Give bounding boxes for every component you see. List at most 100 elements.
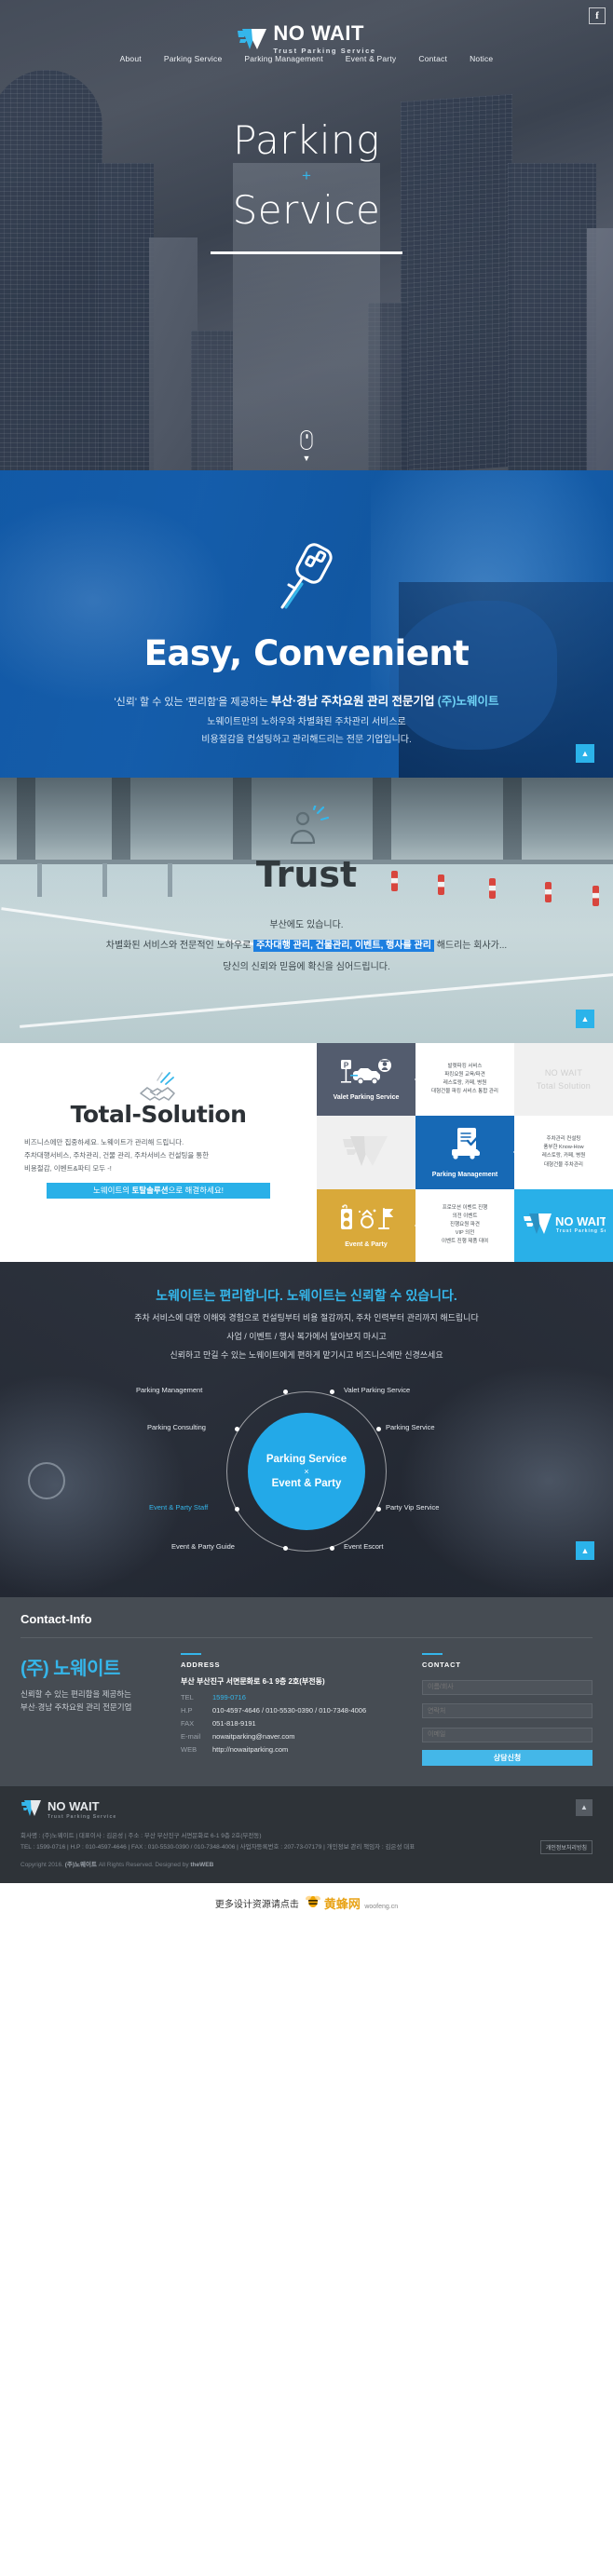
nav-item-parking-service[interactable]: Parking Service bbox=[164, 54, 223, 63]
grid-cell-event-party[interactable]: Event & Party bbox=[317, 1188, 415, 1262]
grid-cell-pm-desc: 주차관리 컨설팅 풍부한 Know-How 레스토랑, 카페, 병원 대형건물 … bbox=[513, 1116, 613, 1189]
garage-pillar bbox=[112, 778, 130, 863]
logo-title: NO WAIT bbox=[273, 21, 364, 45]
contact-phone-input[interactable] bbox=[422, 1703, 593, 1718]
wheel-label-party-vip-service[interactable]: Party Vip Service bbox=[386, 1503, 439, 1512]
promo-banner-url: woofeng.cn bbox=[364, 1903, 399, 1910]
scroll-mouse-icon[interactable] bbox=[300, 430, 313, 450]
wheel-label-event-party-staff[interactable]: Event & Party Staff bbox=[149, 1503, 208, 1512]
contact-row-web: WEB http://nowaitparking.com bbox=[181, 1745, 409, 1754]
contact-submit-button[interactable]: 상담신청 bbox=[422, 1749, 593, 1766]
footer-logo-mark bbox=[20, 1799, 43, 1822]
total-solution-heading: Total-Solution bbox=[0, 1101, 317, 1128]
contact-brand-line1: 신뢰할 수 있는 편리함을 제공하는 bbox=[20, 1689, 131, 1699]
grid-cell-parking-management[interactable]: Parking Management bbox=[415, 1116, 514, 1189]
diagram-paragraph-3: 신뢰하고 만길 수 있는 노웨이트에게 편하게 맡기시고 비즈니스에만 신경쓰세… bbox=[170, 1350, 443, 1360]
grid-cell-valet-parking[interactable]: P Valet Parking Service bbox=[317, 1043, 415, 1117]
grid-cell-logo-watermark bbox=[317, 1116, 415, 1189]
footer-company-line-1: 회사명 : (주)노웨이트 | 대표이사 : 김은성 | 주소 : 부산 부산진… bbox=[20, 1832, 262, 1839]
service-wheel-core: Parking Service × Event & Party bbox=[248, 1413, 365, 1530]
total-solution-p2: 주차대행서비스, 주차관리, 건물 관리, 주차서비스 컨설팅을 통한 bbox=[24, 1150, 210, 1159]
wheel-node-dot bbox=[283, 1390, 288, 1394]
site-footer: ▲ NO WAIT Trust Parking Service 회사명 : (주… bbox=[0, 1785, 613, 1883]
easy-lead-cyan: (주)노웨이트 bbox=[437, 695, 499, 708]
scroll-chevron-icon[interactable]: ▼ bbox=[303, 454, 311, 463]
event-party-label: Event & Party bbox=[345, 1241, 388, 1248]
privacy-policy-link[interactable]: 개인정보처리방침 bbox=[539, 1839, 593, 1854]
contact-row-tel: TEL 1599-0716 bbox=[181, 1693, 409, 1702]
promo-banner-brand[interactable]: 黄蜂网 bbox=[324, 1897, 361, 1911]
wheel-node-dot bbox=[235, 1507, 239, 1512]
contact-value-tel[interactable]: 1599-0716 bbox=[212, 1693, 246, 1702]
nav-item-about[interactable]: About bbox=[120, 54, 142, 63]
wheel-label-parking-consulting[interactable]: Parking Consulting bbox=[147, 1423, 206, 1431]
wheel-label-parking-service[interactable]: Parking Service bbox=[386, 1423, 435, 1431]
scroll-to-top-button-trust[interactable]: ▲ bbox=[576, 1010, 594, 1028]
contact-value-email[interactable]: nowaitparking@naver.com bbox=[212, 1732, 295, 1741]
nowait-watermark-icon bbox=[341, 1132, 391, 1173]
nav-item-contact[interactable]: Contact bbox=[418, 54, 447, 63]
pm-desc-1: 주차관리 컨설팅 bbox=[546, 1136, 581, 1143]
parking-line bbox=[20, 973, 613, 1028]
nowait-logo-mark-tile: NO WAIT Trust Parking Service bbox=[522, 1209, 613, 1241]
total-solution-heading-dash: - bbox=[131, 1101, 142, 1128]
nowait-logo-mark bbox=[237, 27, 268, 51]
pm-desc-text: 주차관리 컨설팅 풍부한 Know-How 레스토랑, 카페, 병원 대형건물 … bbox=[513, 1135, 585, 1169]
svg-text:P: P bbox=[344, 1062, 349, 1070]
valet-parking-label: Valet Parking Service bbox=[333, 1094, 400, 1102]
core-label-top: Parking Service bbox=[266, 1454, 347, 1465]
site-logo[interactable]: NO WAIT Trust Parking Service bbox=[0, 23, 613, 56]
ep-desc-4: VIP 의전 bbox=[455, 1230, 475, 1237]
grid-cell-watermark: NO WAIT Total Solution bbox=[514, 1043, 613, 1117]
wheel-label-parking-management[interactable]: Parking Management bbox=[136, 1386, 202, 1394]
contact-info-section: Contact-Info (주) 노웨이트 신뢰할 수 있는 편리함을 제공하는… bbox=[0, 1597, 613, 1786]
wheel-label-valet-parking-service[interactable]: Valet Parking Service bbox=[344, 1386, 410, 1394]
promo-banner-brand-block[interactable]: 黄蜂网 woofeng.cn bbox=[305, 1893, 398, 1913]
contact-email-input[interactable] bbox=[422, 1727, 593, 1742]
service-wheel: Parking Service × Event & Party Parking … bbox=[136, 1386, 460, 1555]
bee-icon bbox=[305, 1893, 321, 1913]
trust-section: Trust 부산에도 있습니다. 차별화된 서비스와 전문적인 노하우로 주차대… bbox=[0, 778, 613, 1043]
scroll-to-top-button-easy[interactable]: ▲ bbox=[576, 744, 594, 763]
copyright-prefix: Copyright 2016. bbox=[20, 1861, 65, 1868]
valet-desc-text: 발렛파킹 서비스 파킹요원 교육/파견 레스토랑, 카페, 병원 대형건물 파킹… bbox=[415, 1063, 498, 1096]
wheel-label-event-escort[interactable]: Event Escort bbox=[344, 1542, 384, 1551]
contact-value-web[interactable]: http://nowaitparking.com bbox=[212, 1745, 288, 1754]
nav-item-parking-management[interactable]: Parking Management bbox=[244, 54, 322, 63]
nav-item-event-party[interactable]: Event & Party bbox=[346, 54, 397, 63]
garage-pillar bbox=[373, 778, 391, 863]
scroll-to-top-button-diagram[interactable]: ▲ bbox=[576, 1541, 594, 1560]
easy-paragraph-line2: 비용절감을 컨설팅하고 관리해드리는 전문 기업입니다. bbox=[201, 734, 412, 745]
contact-name-input[interactable] bbox=[422, 1679, 593, 1695]
copyright-suffix: All Rights Reserved. Designed by bbox=[96, 1861, 191, 1868]
trust-line-1: 부산에도 있습니다. bbox=[269, 920, 344, 930]
trust-line-2: 차별화된 서비스와 전문적인 노하우로 주차대행 관리, 건물관리, 이벤트, … bbox=[0, 938, 613, 955]
scroll-to-top-button-footer[interactable]: ▲ bbox=[576, 1798, 593, 1816]
wheel-node-dot bbox=[283, 1546, 288, 1551]
copyright-designer[interactable]: theWEB bbox=[190, 1862, 213, 1868]
hero-title-line1: Parking bbox=[233, 117, 380, 163]
facebook-icon[interactable]: f bbox=[589, 7, 606, 24]
total-solution-cta-button[interactable]: 노웨이트의 토탈솔루션으로 해결하세요! bbox=[47, 1183, 270, 1199]
trust-line-2-suffix: 해드리는 회사가... bbox=[433, 941, 508, 951]
svg-text:Trust Parking Service: Trust Parking Service bbox=[556, 1228, 606, 1234]
wheel-label-event-party-guide[interactable]: Event & Party Guide bbox=[171, 1542, 235, 1551]
valet-desc-1: 발렛파킹 서비스 bbox=[447, 1064, 483, 1070]
ep-desc-text: 프로모션 이벤트 진행 의전 이벤트 진행요원 파견 VIP 의전 이벤트 진행… bbox=[415, 1204, 489, 1246]
hero-title-plus: + bbox=[302, 166, 311, 184]
total-solution-section: Total-Solution 비즈니스에만 집중하세요. 노웨이트가 관리해 드… bbox=[0, 1043, 613, 1262]
nav-item-notice[interactable]: Notice bbox=[470, 54, 493, 63]
garage-pillar bbox=[503, 778, 522, 863]
diagram-heading: 노웨이트는 편리합니다. 노웨이트는 신뢰할 수 있습니다. bbox=[156, 1288, 457, 1303]
address-caption: ADDRESS bbox=[181, 1661, 221, 1669]
ep-desc-5: 이벤트 진행 제품 대여 bbox=[441, 1239, 489, 1245]
easy-paragraph-line1: 노웨이트만의 노하우와 차별화된 주차관리 서비스로 bbox=[207, 717, 406, 727]
main-navigation[interactable]: About Parking Service Parking Management… bbox=[0, 54, 613, 63]
grid-cell-valet-desc: 발렛파킹 서비스 파킹요원 교육/파견 레스토랑, 카페, 병원 대형건물 파킹… bbox=[415, 1043, 514, 1117]
services-grid: P Valet Parking Service 발렛파킹 서비스 파킹요원 교육… bbox=[317, 1043, 613, 1262]
contact-form-caption: CONTACT bbox=[422, 1661, 461, 1669]
easy-glow-left bbox=[0, 489, 242, 712]
arrow-left-icon bbox=[415, 1073, 421, 1087]
footer-logo: NO WAIT Trust Parking Service bbox=[20, 1799, 593, 1822]
total-solution-heading-b: Solution bbox=[141, 1101, 247, 1128]
